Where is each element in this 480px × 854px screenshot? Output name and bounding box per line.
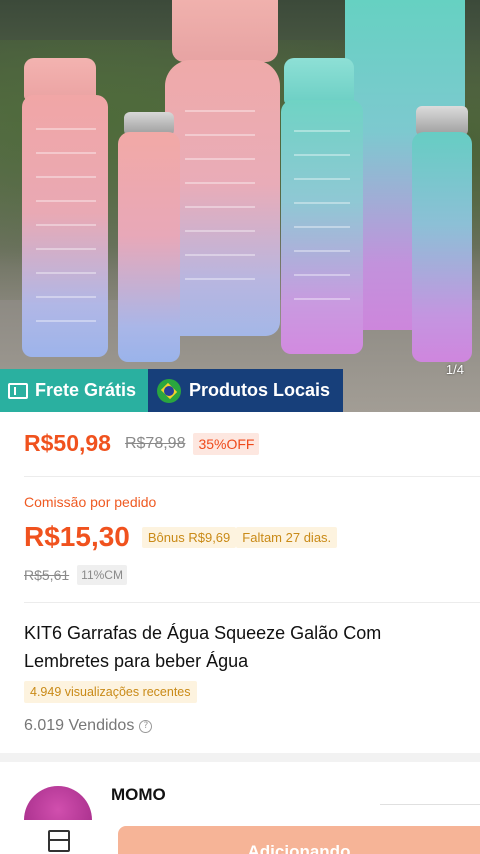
local-products-badge: Produtos Locais — [148, 369, 343, 412]
bottle-small-teal — [412, 132, 472, 362]
divider — [24, 476, 480, 477]
price-row: R$50,98 R$78,98 35%OFF — [24, 430, 260, 457]
commission-row: R$15,30 Bônus R$9,69 Faltam 27 dias. — [24, 521, 338, 553]
bonus-badge: Bônus R$9,69 — [141, 526, 237, 548]
recent-views-badge: 4.949 visualizações recentes — [24, 681, 197, 703]
sold-count-label: 6.019 Vendidos — [24, 717, 135, 734]
brazil-flag-icon — [157, 378, 181, 403]
info-icon[interactable]: ? — [139, 719, 153, 733]
commission-value: R$15,30 — [24, 521, 130, 552]
shop-button-edge — [380, 804, 480, 805]
bottle-small-pink — [118, 132, 180, 362]
commission-rate-badge: 11%CM — [77, 565, 127, 585]
add-button[interactable]: Adicionando — [118, 826, 480, 854]
section-separator — [0, 753, 480, 762]
free-shipping-badge: Frete Grátis — [0, 369, 148, 412]
local-products-label: Produtos Locais — [189, 380, 331, 400]
days-left-badge: Faltam 27 dias. — [236, 526, 338, 548]
bottle-cap — [284, 58, 354, 104]
bottle-cap — [24, 58, 96, 100]
product-image[interactable]: 1/4 Frete Grátis Produtos Locais — [0, 0, 480, 412]
bottle-cap — [172, 0, 278, 62]
bottle-markings — [294, 130, 350, 320]
bottle-markings — [185, 110, 255, 300]
badge-row: Frete Grátis Produtos Locais — [0, 369, 343, 412]
current-price: R$50,98 — [24, 430, 111, 456]
commission-old-row: R$5,61 11%CM — [24, 565, 127, 585]
shop-name[interactable]: MOMO — [111, 785, 166, 805]
store-icon[interactable] — [48, 830, 70, 852]
commission-label: Comissão por pedido — [24, 494, 157, 510]
discount-badge: 35%OFF — [193, 432, 260, 455]
truck-icon — [8, 382, 28, 399]
old-commission-value: R$5,61 — [24, 567, 70, 583]
product-title: KIT6 Garrafas de Água Squeeze Galão Com … — [24, 623, 382, 671]
image-counter: 1/4 — [445, 362, 464, 377]
free-shipping-label: Frete Grátis — [35, 380, 137, 400]
divider — [24, 602, 480, 603]
bottle-markings — [36, 128, 96, 328]
sold-count: 6.019 Vendidos ? — [24, 717, 153, 735]
original-price: R$78,98 — [124, 434, 186, 452]
